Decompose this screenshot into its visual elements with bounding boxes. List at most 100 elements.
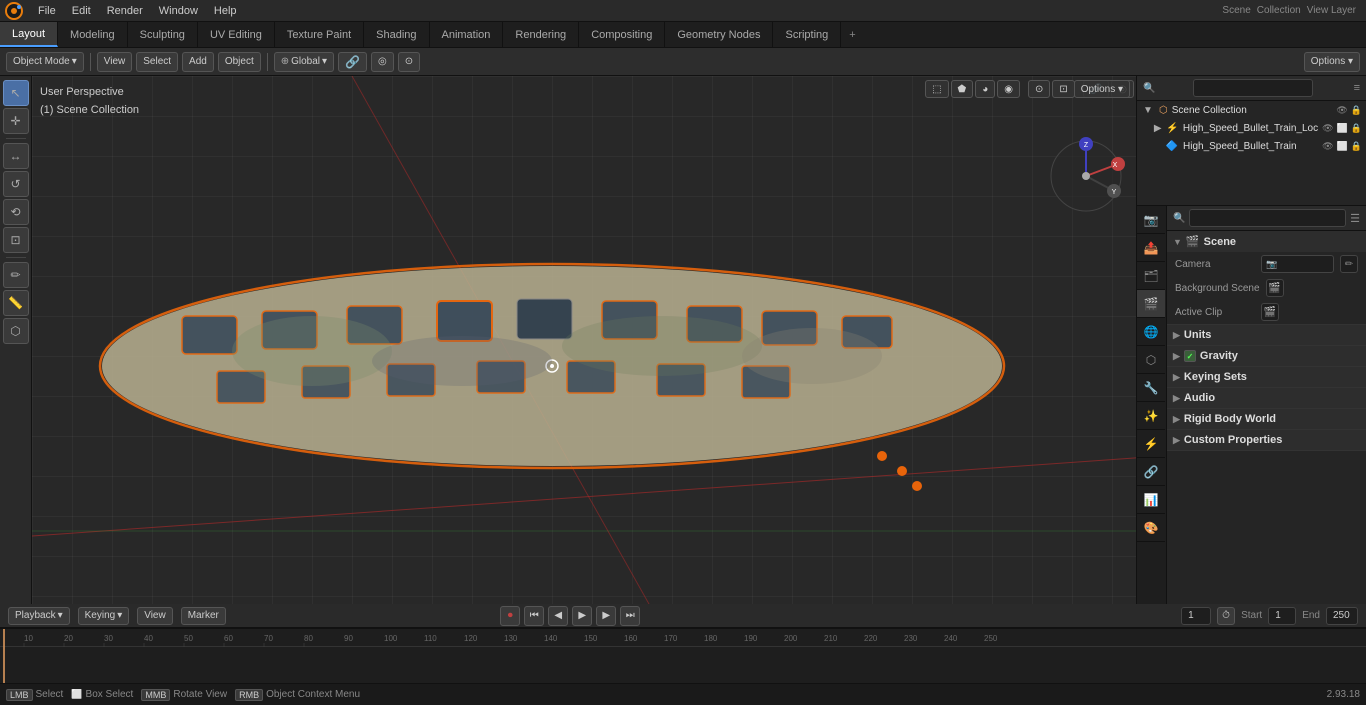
tab-texture-paint[interactable]: Texture Paint xyxy=(275,22,364,47)
start-frame-input[interactable]: 1 xyxy=(1268,607,1296,625)
viewport[interactable]: User Perspective (1) Scene Collection X … xyxy=(32,76,1136,604)
view-button[interactable]: View xyxy=(97,52,133,72)
tab-scripting[interactable]: Scripting xyxy=(773,22,841,47)
menu-file[interactable]: File xyxy=(30,3,64,19)
gravity-section-header[interactable]: ▶ ✓ Gravity xyxy=(1167,346,1366,366)
transform-global-dropdown[interactable]: ⊕ Global ▾ xyxy=(274,52,334,72)
prop-tab-particles[interactable]: ✨ xyxy=(1137,402,1165,430)
outliner-item-train[interactable]: 🔷 High_Speed_Bullet_Train 👁 ⬜ 🔒 xyxy=(1137,137,1366,155)
timeline-track-area[interactable]: 10 20 30 40 50 60 70 80 90 100 110 120 xyxy=(0,628,1366,683)
marker-btn[interactable]: Marker xyxy=(181,607,226,625)
keying-sets-header[interactable]: ▶ Keying Sets xyxy=(1167,367,1366,387)
train-loc-vis-2[interactable]: ⬜ xyxy=(1337,123,1348,134)
vis-icon-1[interactable]: 👁 xyxy=(1336,105,1347,116)
custom-properties-header[interactable]: ▶ Custom Properties xyxy=(1167,430,1366,450)
select-button[interactable]: Select xyxy=(136,52,178,72)
next-frame-btn[interactable]: ▶ xyxy=(596,606,616,626)
tab-uv-editing[interactable]: UV Editing xyxy=(198,22,275,47)
vp-options-btn[interactable]: Options ▾ xyxy=(1074,80,1130,98)
units-section-header[interactable]: ▶ Units xyxy=(1167,325,1366,345)
tab-add-button[interactable]: + xyxy=(841,25,863,45)
tool-annotate[interactable]: ✏ xyxy=(3,262,29,288)
outliner-item-scene-collection[interactable]: ▼ ⬡ Scene Collection 👁 🔒 xyxy=(1137,101,1366,119)
vis-icon-2[interactable]: 🔒 xyxy=(1351,105,1362,116)
gravity-checkbox[interactable]: ✓ xyxy=(1184,350,1196,362)
tool-measure[interactable]: 📏 xyxy=(3,290,29,316)
prop-tab-scene[interactable]: 🎬 xyxy=(1137,290,1165,318)
background-scene-btn[interactable]: 🎬 xyxy=(1266,279,1284,297)
train-vis-1[interactable]: 👁 xyxy=(1322,141,1333,152)
menu-help[interactable]: Help xyxy=(206,3,245,19)
nav-gizmo[interactable]: X Y Z xyxy=(1046,136,1126,216)
active-clip-btn[interactable]: 🎬 xyxy=(1261,303,1279,321)
prop-tab-object[interactable]: ⬡ xyxy=(1137,346,1165,374)
svg-text:Z: Z xyxy=(1084,142,1089,149)
train-vis-3[interactable]: 🔒 xyxy=(1351,141,1362,152)
outliner-search[interactable] xyxy=(1193,79,1313,97)
current-frame-input[interactable]: 1 xyxy=(1181,607,1211,625)
frame-sync-btn[interactable]: ⏱ xyxy=(1217,607,1235,625)
tab-geometry-nodes[interactable]: Geometry Nodes xyxy=(665,22,773,47)
app-logo xyxy=(4,1,24,21)
scene-section-header[interactable]: ▼ 🎬 Scene xyxy=(1167,231,1366,252)
train-vis-2[interactable]: ⬜ xyxy=(1337,141,1348,152)
tab-shading[interactable]: Shading xyxy=(364,22,429,47)
tool-cursor[interactable]: ✛ xyxy=(3,108,29,134)
menu-window[interactable]: Window xyxy=(151,3,206,19)
prop-tab-constraints[interactable]: 🔗 xyxy=(1137,458,1165,486)
playback-dropdown[interactable]: Playback ▾ xyxy=(8,607,70,625)
tool-rotate[interactable]: ↺ xyxy=(3,171,29,197)
prop-tab-render[interactable]: 📷 xyxy=(1137,206,1165,234)
tool-select[interactable]: ↖ xyxy=(3,80,29,106)
proportional-edit-button[interactable]: ◎ xyxy=(371,52,394,72)
tab-sculpting[interactable]: Sculpting xyxy=(128,22,198,47)
tab-animation[interactable]: Animation xyxy=(430,22,504,47)
prop-tab-world[interactable]: 🌐 xyxy=(1137,318,1165,346)
outliner-filter-icon[interactable]: ≡ xyxy=(1354,82,1360,94)
jump-end-btn[interactable]: ⏭ xyxy=(620,606,640,626)
prop-tab-materials[interactable]: 🎨 xyxy=(1137,514,1165,542)
prop-tab-view-layer[interactable]: 🗂 xyxy=(1137,262,1165,290)
menu-render[interactable]: Render xyxy=(99,3,151,19)
prop-tab-data[interactable]: 📊 xyxy=(1137,486,1165,514)
tool-scale[interactable]: ⟲ xyxy=(3,199,29,225)
audio-section-header[interactable]: ▶ Audio xyxy=(1167,388,1366,408)
camera-value[interactable]: 📷 xyxy=(1261,255,1334,273)
tool-transform[interactable]: ⊡ xyxy=(3,227,29,253)
overlay-button[interactable]: ⊙ xyxy=(398,52,420,72)
object-button[interactable]: Object xyxy=(218,52,261,72)
prop-tab-physics[interactable]: ⚡ xyxy=(1137,430,1165,458)
snap-button[interactable]: 🔗 xyxy=(338,52,367,72)
timeline-view-btn[interactable]: View xyxy=(137,607,173,625)
properties-filter-btn[interactable]: ☰ xyxy=(1350,212,1360,225)
menu-edit[interactable]: Edit xyxy=(64,3,99,19)
prop-tab-output[interactable]: 📤 xyxy=(1137,234,1165,262)
add-button[interactable]: Add xyxy=(182,52,214,72)
rigid-body-world-header[interactable]: ▶ Rigid Body World xyxy=(1167,409,1366,429)
tab-compositing[interactable]: Compositing xyxy=(579,22,665,47)
prop-tab-modifiers[interactable]: 🔧 xyxy=(1137,374,1165,402)
properties-filter-icon: 🔍 xyxy=(1173,213,1185,224)
play-btn[interactable]: ▶ xyxy=(572,606,592,626)
camera-edit-btn[interactable]: ✏ xyxy=(1340,255,1358,273)
options-dropdown[interactable]: Options ▾ xyxy=(1304,52,1360,72)
keying-dropdown[interactable]: Keying ▾ xyxy=(78,607,130,625)
record-btn[interactable]: ⏺ xyxy=(500,606,520,626)
context-menu-label: Object Context Menu xyxy=(266,689,360,700)
train-loc-vis-3[interactable]: 🔒 xyxy=(1351,123,1362,134)
tab-rendering[interactable]: Rendering xyxy=(503,22,579,47)
train-loc-vis-1[interactable]: 👁 xyxy=(1322,123,1333,134)
outliner-item-train-loc[interactable]: ▶ ⚡ High_Speed_Bullet_Train_Loc 👁 ⬜ 🔒 xyxy=(1137,119,1366,137)
tab-modeling[interactable]: Modeling xyxy=(58,22,128,47)
tool-move[interactable]: ↔ xyxy=(3,143,29,169)
properties-search[interactable] xyxy=(1189,209,1346,227)
jump-start-btn[interactable]: ⏮ xyxy=(524,606,544,626)
prev-frame-btn[interactable]: ◀ xyxy=(548,606,568,626)
tab-layout[interactable]: Layout xyxy=(0,22,58,47)
end-frame-input[interactable]: 250 xyxy=(1326,607,1358,625)
tool-add-cube[interactable]: ⬡ xyxy=(3,318,29,344)
mode-dropdown[interactable]: Object Mode ▾ xyxy=(6,52,84,72)
svg-text:60: 60 xyxy=(224,634,233,643)
properties-content: 🔍 ☰ ▼ 🎬 Scene Camera 📷 xyxy=(1167,206,1366,604)
svg-text:140: 140 xyxy=(544,634,558,643)
